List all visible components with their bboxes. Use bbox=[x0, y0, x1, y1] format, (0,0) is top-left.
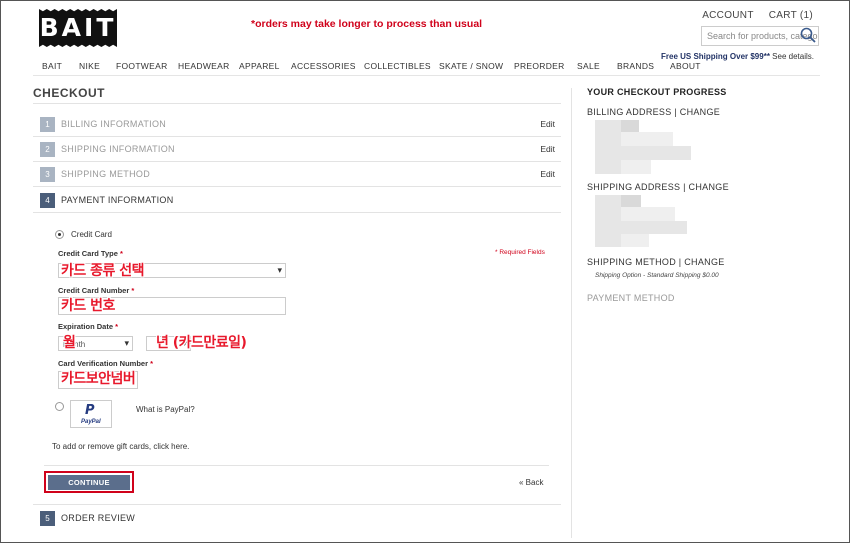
panel-divider bbox=[44, 465, 549, 466]
paypal-radio[interactable] bbox=[55, 402, 64, 411]
nav-item-brands[interactable]: BRANDS bbox=[617, 61, 654, 71]
step-number: 1 bbox=[40, 117, 55, 132]
credit-card-label: Credit Card bbox=[71, 230, 112, 239]
billing-address-heading[interactable]: BILLING ADDRESS | CHANGE bbox=[587, 107, 720, 117]
redacted-billing-address bbox=[595, 120, 621, 174]
annotation-card-type: 카드 종류 선택 bbox=[61, 263, 145, 279]
free-shipping-note: Free US Shipping Over $99** See details. bbox=[661, 52, 814, 61]
redacted-block bbox=[621, 195, 641, 207]
edit-billing-link[interactable]: Edit bbox=[540, 119, 555, 129]
nav-item-bait[interactable]: BAIT bbox=[42, 61, 62, 71]
sidebar-title: YOUR CHECKOUT PROGRESS bbox=[587, 87, 727, 97]
redacted-block bbox=[621, 234, 649, 247]
bait-logo[interactable]: BAIT bbox=[39, 9, 117, 47]
expiration-label-text: Expiration Date bbox=[58, 322, 114, 331]
nav-item-about[interactable]: ABOUT bbox=[670, 61, 701, 71]
redacted-block bbox=[621, 160, 651, 174]
step-billing[interactable]: 1 BILLING INFORMATION Edit bbox=[33, 112, 561, 137]
required-marker: * bbox=[150, 359, 154, 368]
paypal-logo-text: PayPal bbox=[81, 419, 101, 425]
step-number: 2 bbox=[40, 142, 55, 157]
annotation-year: 년 (카드만료일) bbox=[156, 335, 247, 351]
paypal-icon: P bbox=[85, 403, 95, 418]
nav-item-skate-snow[interactable]: SKATE / SNOW bbox=[439, 61, 503, 71]
step-number: 3 bbox=[40, 167, 55, 182]
annotation-month: 월 bbox=[63, 335, 76, 351]
shipping-method-heading[interactable]: SHIPPING METHOD | CHANGE bbox=[587, 257, 725, 267]
card-type-label-text: Credit Card Type bbox=[58, 249, 118, 258]
payment-method-heading: PAYMENT METHOD bbox=[587, 293, 675, 303]
what-is-paypal-link[interactable]: What is PayPal? bbox=[136, 405, 195, 414]
title-divider bbox=[33, 103, 561, 104]
step-label: SHIPPING METHOD bbox=[61, 169, 151, 179]
step-shipping-info[interactable]: 2 SHIPPING INFORMATION Edit bbox=[33, 137, 561, 162]
step-label: BILLING INFORMATION bbox=[61, 119, 167, 129]
credit-card-radio[interactable] bbox=[55, 230, 64, 239]
step-number: 4 bbox=[40, 193, 55, 208]
expiration-label: Expiration Date * bbox=[58, 322, 118, 331]
required-fields-note: * Required Fields bbox=[495, 249, 545, 256]
step-order-review: 5 ORDER REVIEW bbox=[33, 506, 561, 531]
nav-item-footwear[interactable]: FOOTWEAR bbox=[116, 61, 168, 71]
required-marker: * bbox=[119, 249, 123, 258]
edit-shipping-link[interactable]: Edit bbox=[540, 144, 555, 154]
see-details-link[interactable]: See details. bbox=[772, 52, 814, 61]
nav-item-apparel[interactable]: APPAREL bbox=[239, 61, 280, 71]
card-number-label-text: Credit Card Number bbox=[58, 286, 130, 295]
top-links: ACCOUNT CART (1) bbox=[702, 10, 813, 21]
required-marker: * bbox=[115, 322, 119, 331]
step-label: SHIPPING INFORMATION bbox=[61, 144, 175, 154]
redacted-block bbox=[621, 221, 687, 234]
annotation-card-number: 카드 번호 bbox=[61, 298, 115, 314]
nav-item-headwear[interactable]: HEADWEAR bbox=[178, 61, 230, 71]
nav-item-collectibles[interactable]: COLLECTIBLES bbox=[364, 61, 431, 71]
card-type-label: Credit Card Type * bbox=[58, 249, 123, 258]
redacted-block bbox=[621, 146, 691, 160]
annotation-cvv: 카드보안넘버 bbox=[61, 371, 136, 387]
account-link[interactable]: ACCOUNT bbox=[702, 10, 754, 21]
gift-card-note: To add or remove gift cards, click here. bbox=[52, 442, 189, 451]
card-number-label: Credit Card Number * bbox=[58, 286, 134, 295]
free-shipping-text: Free US Shipping Over $99** bbox=[661, 52, 770, 61]
step-number: 5 bbox=[40, 511, 55, 526]
page-title: CHECKOUT bbox=[33, 86, 105, 100]
step-payment: 4 PAYMENT INFORMATION bbox=[33, 188, 561, 213]
nav-item-preorder[interactable]: PREORDER bbox=[514, 61, 565, 71]
nav-item-sale[interactable]: SALE bbox=[577, 61, 600, 71]
gift-card-link[interactable]: click here. bbox=[153, 442, 189, 451]
continue-button[interactable]: CONTINUE bbox=[48, 475, 130, 490]
step-shipping-method[interactable]: 3 SHIPPING METHOD Edit bbox=[33, 162, 561, 187]
redacted-shipping-address bbox=[595, 195, 621, 247]
edit-shipping-method-link[interactable]: Edit bbox=[540, 169, 555, 179]
redacted-block bbox=[621, 207, 675, 221]
cvv-label: Card Verification Number * bbox=[58, 359, 153, 368]
cvv-label-text: Card Verification Number bbox=[58, 359, 149, 368]
cart-link[interactable]: CART (1) bbox=[769, 10, 813, 21]
nav-item-nike[interactable]: NIKE bbox=[79, 61, 100, 71]
paypal-logo[interactable]: P PayPal bbox=[70, 400, 112, 428]
nav-item-accessories[interactable]: ACCESSORIES bbox=[291, 61, 356, 71]
promo-banner: *orders may take longer to process than … bbox=[251, 18, 483, 30]
step-label: ORDER REVIEW bbox=[61, 513, 136, 523]
shipping-method-detail: Shipping Option - Standard Shipping $0.0… bbox=[595, 272, 719, 279]
sidebar-divider bbox=[571, 88, 572, 538]
step-label: PAYMENT INFORMATION bbox=[61, 195, 174, 205]
shipping-address-heading[interactable]: SHIPPING ADDRESS | CHANGE bbox=[587, 182, 729, 192]
redacted-block bbox=[621, 132, 673, 146]
nav-divider bbox=[33, 75, 820, 76]
search-icon[interactable] bbox=[800, 27, 816, 43]
required-marker: * bbox=[131, 286, 135, 295]
gift-card-text: To add or remove gift cards, bbox=[52, 442, 152, 451]
back-link[interactable]: « Back bbox=[519, 478, 543, 487]
redacted-block bbox=[621, 120, 639, 132]
